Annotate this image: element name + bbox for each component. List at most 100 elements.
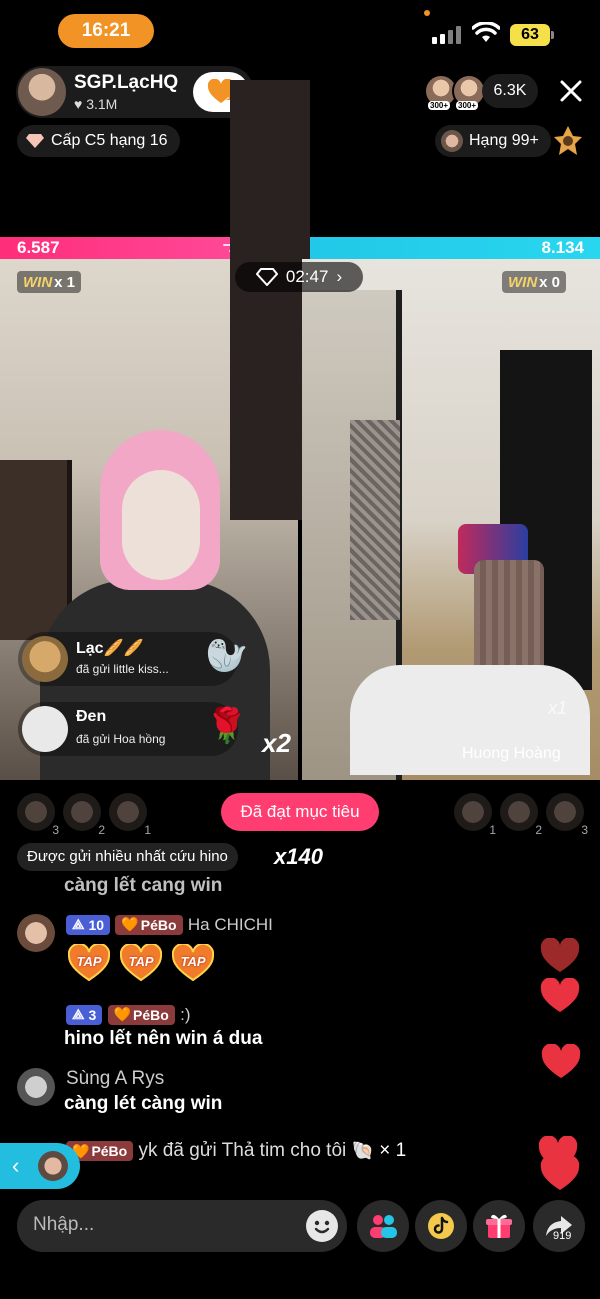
level-triangle-icon: ⟁: [72, 916, 85, 933]
toast-text: đã gửi Hoa hồng: [76, 732, 166, 746]
supporter-avatar[interactable]: 3: [17, 793, 59, 837]
tiktok-shop-button[interactable]: [415, 1200, 467, 1252]
comment-input[interactable]: Nhập...: [17, 1200, 347, 1252]
supporter-avatar[interactable]: 2: [500, 793, 542, 837]
emoji-icon[interactable]: [306, 1210, 338, 1242]
supporter-avatar[interactable]: 3: [546, 793, 588, 837]
fan-heart-icon: 🧡: [113, 1006, 132, 1023]
collapse-panel-tab[interactable]: ‹: [0, 1143, 80, 1189]
goal-reached-button[interactable]: Đã đạt mục tiêu: [221, 793, 379, 831]
heart-icon: ♥: [74, 96, 83, 112]
chat-username[interactable]: Ha CHICHI: [188, 915, 273, 934]
gift-toast: Đen đã gửi Hoa hồng 🌹: [18, 702, 248, 756]
win-count-right: x 0: [539, 273, 561, 291]
opponent-bg-suitcase: [474, 560, 544, 680]
toast-text: đã gửi little kiss...: [76, 662, 169, 676]
tap-heart-icon: TAP: [67, 942, 111, 982]
toast-avatar: [22, 636, 68, 682]
signal-icon: [432, 26, 461, 44]
supporters-right[interactable]: 1 2 3: [454, 793, 588, 837]
chevron-left-icon: ‹: [12, 1153, 20, 1178]
chat-message: càng lét càng win: [64, 1093, 223, 1114]
level-text: Cấp C5 hạng 16: [51, 132, 168, 149]
host-face: [122, 470, 200, 580]
floating-heart-icon: [540, 978, 580, 1012]
rank-avatar: [441, 130, 463, 152]
toast-avatar: [22, 706, 68, 752]
level-number: 3: [88, 1006, 97, 1023]
tap-label: TAP: [76, 954, 102, 969]
opponent-bg-tile: [350, 420, 400, 620]
supporter-rank: 3: [581, 823, 588, 837]
floating-heart-icon: [540, 938, 580, 972]
viewer-badge: 300+: [428, 101, 451, 110]
battery-indicator: 63: [510, 24, 550, 46]
share-button[interactable]: [533, 1200, 585, 1252]
win-word: WIN: [508, 273, 538, 291]
recording-dot: [424, 10, 430, 16]
rose-gift-icon: 🌹: [205, 707, 248, 745]
score-right: 8.134: [541, 238, 584, 257]
score-left: 6.587: [17, 238, 60, 257]
chat-header: ⟁ 10 🧡 PéBo Ha CHICHI: [66, 914, 273, 936]
supporter-avatar[interactable]: 1: [454, 793, 496, 837]
rank-trophy-icon[interactable]: [553, 124, 583, 158]
chat-gift-count: × 1: [379, 1140, 407, 1161]
host-likes: ♥ 3.1M: [74, 96, 117, 112]
rank-badge[interactable]: Hạng 99+: [435, 125, 551, 157]
rank-text: Hạng 99+: [469, 132, 539, 149]
gift-toast: Lạc🥖🥖 đã gửi little kiss... 🦭: [18, 632, 248, 686]
supporters-left[interactable]: 3 2 1: [17, 793, 151, 837]
level-badge[interactable]: Cấp C5 hạng 16: [17, 125, 180, 157]
fan-club-name: PéBo: [133, 1006, 169, 1023]
win-word: WIN: [23, 273, 53, 291]
status-time: 16:21: [58, 14, 154, 48]
gift-box-icon: [486, 1214, 512, 1238]
chevron-right-icon: ›: [336, 267, 343, 286]
gift-button[interactable]: [473, 1200, 525, 1252]
chat-avatar[interactable]: [17, 914, 55, 952]
chat-message-faded: càng lết cang win: [64, 875, 223, 896]
floating-heart-icon: [541, 1044, 581, 1078]
floating-heart-icon: [540, 1156, 580, 1190]
supporter-avatar[interactable]: 2: [63, 793, 105, 837]
chat-message: hino lết nên win á dua: [64, 1028, 263, 1049]
status-bar: 16:21 63: [0, 0, 600, 62]
chat-avatar[interactable]: [17, 1068, 55, 1106]
most-sent-count: x140: [274, 844, 323, 869]
battle-timer[interactable]: 02:47 ›: [235, 262, 363, 292]
timer-text: 02:47: [285, 267, 329, 286]
fan-club-name: PéBo: [140, 916, 177, 933]
supporter-rank: 1: [144, 823, 151, 837]
viewer-count[interactable]: 6.3K: [482, 74, 538, 108]
fan-club-name: PéBo: [91, 1143, 128, 1159]
close-icon[interactable]: [556, 76, 586, 106]
level-badge: ⟁ 3: [66, 1004, 103, 1025]
opponent-name[interactable]: Huong Hoàng: [462, 745, 561, 763]
diamond-icon: [255, 268, 278, 286]
chat-gift-line: 🧡 PéBo yk đã gửi Thả tim cho tôi 🐚 × 1: [66, 1140, 406, 1162]
host-likes-count: 3.1M: [86, 96, 118, 112]
tap-stickers: TAP TAP TAP: [67, 942, 215, 982]
share-count: 919: [553, 1230, 572, 1242]
tap-heart-icon: TAP: [119, 942, 163, 982]
top-viewers[interactable]: 300+ 300+: [424, 74, 486, 110]
chat-header: Sùng A Rys: [66, 1068, 164, 1090]
tiktok-note-icon: [428, 1213, 454, 1239]
gift-icon-small: 🐚: [351, 1140, 374, 1161]
host-avatar[interactable]: [18, 68, 66, 116]
chat-username[interactable]: :): [180, 1005, 190, 1024]
multi-guest-button[interactable]: [357, 1200, 409, 1252]
win-badge-left: WIN x 1: [17, 271, 82, 293]
multi-guest-icon: [370, 1215, 397, 1238]
chat-username[interactable]: Sùng A Rys: [66, 1068, 164, 1089]
fan-badge: 🧡 PéBo: [115, 914, 183, 935]
supporter-avatar[interactable]: 1: [109, 793, 151, 837]
level-number: 10: [88, 916, 105, 933]
host-name[interactable]: SGP.LạcHQ: [74, 72, 178, 94]
tap-heart-icon: TAP: [171, 942, 215, 982]
most-sent-banner[interactable]: Được gửi nhiều nhất cứu hino: [17, 843, 238, 871]
video-bg-door: [230, 80, 310, 520]
viewer-avatar[interactable]: 300+: [452, 74, 486, 110]
supporter-rank: 3: [52, 823, 59, 837]
